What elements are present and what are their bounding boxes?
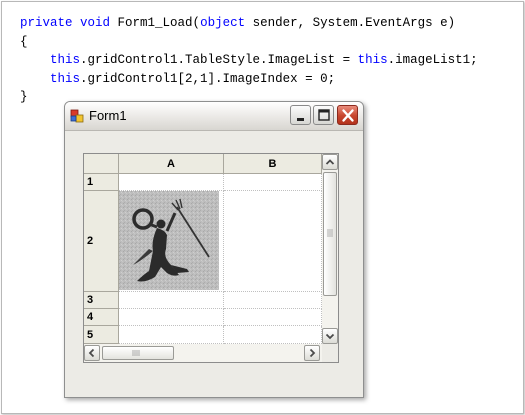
- scroll-right-button[interactable]: [304, 345, 320, 361]
- scrollbar-corner: [322, 344, 338, 362]
- code-keyword: void: [80, 16, 111, 30]
- code-keyword: object: [200, 16, 246, 30]
- title-bar[interactable]: Form1: [65, 102, 363, 131]
- cell-a5[interactable]: [119, 326, 224, 344]
- maximize-icon: [318, 109, 330, 121]
- code-keyword: this: [50, 71, 81, 86]
- close-icon: [342, 109, 354, 122]
- chevron-left-icon: [88, 348, 95, 358]
- cell-b2[interactable]: [224, 191, 322, 292]
- cell-a2-image[interactable]: [119, 191, 224, 292]
- close-button[interactable]: [337, 105, 358, 125]
- code-keyword: this: [357, 53, 388, 67]
- code-keyword: private: [20, 16, 73, 30]
- horizontal-scroll-thumb[interactable]: [102, 346, 174, 360]
- app-icon: [70, 109, 84, 123]
- cell-a4[interactable]: [119, 309, 224, 326]
- cell-a1[interactable]: [119, 174, 224, 191]
- vertical-scrollbar[interactable]: [322, 154, 338, 344]
- row-header-2[interactable]: 2: [84, 191, 119, 292]
- row-header-5[interactable]: 5: [84, 326, 119, 344]
- scroll-down-button[interactable]: [322, 328, 338, 344]
- statue-image: [119, 191, 219, 290]
- grip-icon: [132, 350, 140, 356]
- vertical-scroll-thumb[interactable]: [323, 172, 337, 296]
- row-header-1[interactable]: 1: [84, 174, 119, 191]
- row-header-4[interactable]: 4: [84, 309, 119, 326]
- horizontal-scrollbar[interactable]: [84, 344, 322, 362]
- screenshot-frame: private void Form1_Load(object sender, S…: [1, 1, 524, 414]
- scroll-up-button[interactable]: [322, 154, 338, 170]
- minimize-button[interactable]: [290, 105, 311, 125]
- grid-control[interactable]: A B 1 2 3 4 5: [83, 153, 339, 363]
- code-keyword: this: [50, 53, 81, 67]
- cell-b1[interactable]: [224, 174, 322, 191]
- cell-b5[interactable]: [224, 326, 322, 344]
- cell-b4[interactable]: [224, 309, 322, 326]
- column-header-a[interactable]: A: [119, 154, 224, 174]
- grip-icon: [327, 229, 333, 237]
- chevron-up-icon: [325, 159, 335, 165]
- code-brace-open: {: [20, 34, 28, 49]
- column-header-b[interactable]: B: [224, 154, 322, 174]
- maximize-button[interactable]: [313, 105, 334, 125]
- row-header-3[interactable]: 3: [84, 292, 119, 309]
- chevron-right-icon: [309, 348, 316, 358]
- cell-b3[interactable]: [224, 292, 322, 309]
- cell-a3[interactable]: [119, 292, 224, 309]
- code-brace-close: }: [20, 90, 28, 104]
- corner-header: [84, 154, 119, 174]
- scroll-left-button[interactable]: [84, 345, 100, 361]
- minimize-icon: [297, 118, 304, 121]
- form1-window: Form1 A B 1 2 3 4 5: [64, 101, 364, 398]
- code-snippet: private void Form1_Load(object sender, S…: [20, 16, 478, 104]
- window-title: Form1: [89, 108, 127, 123]
- chevron-down-icon: [325, 333, 335, 340]
